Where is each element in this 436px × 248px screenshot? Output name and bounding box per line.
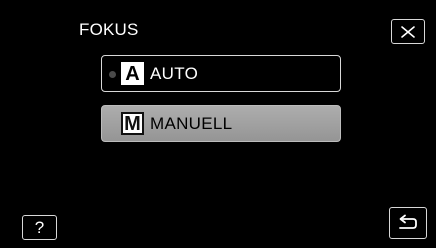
question-mark-icon: ?	[34, 218, 45, 237]
selection-dot-icon	[109, 71, 116, 78]
close-icon	[401, 25, 415, 38]
page-title: FOKUS	[79, 20, 139, 39]
return-arrow-icon	[399, 214, 417, 229]
auto-focus-option[interactable]: A AUTO	[101, 55, 341, 92]
close-button[interactable]	[391, 19, 425, 44]
auto-mode-icon: A	[121, 62, 144, 85]
back-button[interactable]	[389, 207, 427, 239]
help-button[interactable]: ?	[22, 215, 57, 240]
manual-mode-icon: M	[121, 112, 144, 135]
auto-focus-label: AUTO	[150, 64, 199, 83]
manual-focus-label: MANUELL	[150, 114, 233, 133]
manual-focus-option[interactable]: M MANUELL	[101, 105, 341, 142]
